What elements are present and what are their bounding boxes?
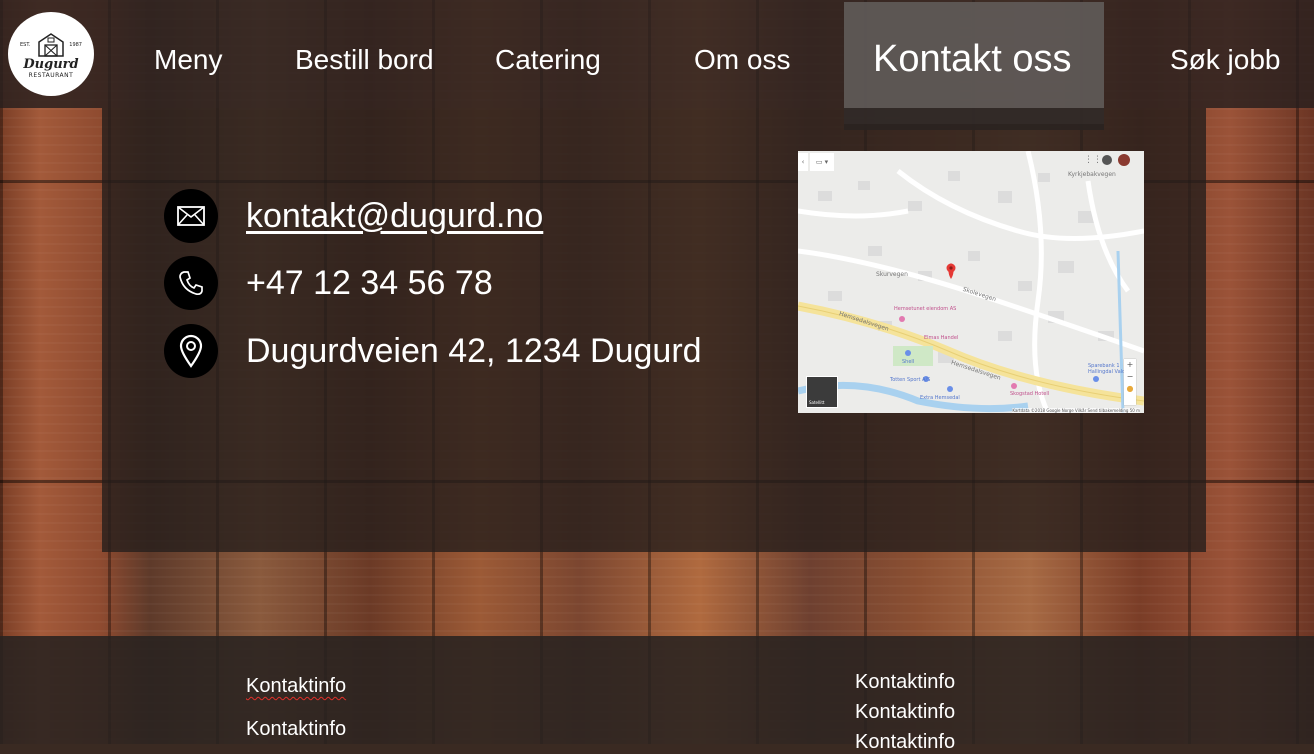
zoom-controls[interactable]: + − ● <box>1124 359 1136 405</box>
apps-grid-icon[interactable]: ⋮⋮ <box>1084 155 1102 165</box>
location-pin-icon <box>164 324 218 378</box>
logo-name: Dugurd <box>23 56 79 72</box>
envelope-icon <box>164 189 218 243</box>
barn-icon <box>38 32 64 57</box>
map-prev-arrow[interactable]: ‹ <box>798 153 808 171</box>
map-attribution: Kartdata ©2018 Google Norge Vilkår Send … <box>1012 408 1140 413</box>
nav-kontakt-oss[interactable]: Kontakt oss <box>873 38 1072 81</box>
footer <box>0 636 1314 744</box>
zoom-out-button[interactable]: − <box>1124 371 1136 383</box>
phone-row: +47 12 34 56 78 <box>164 256 493 310</box>
logo-year: 1987 <box>69 42 82 48</box>
zoom-in-button[interactable]: + <box>1124 359 1136 371</box>
avatar-icon[interactable] <box>1118 154 1130 166</box>
satellite-toggle[interactable]: Satellitt <box>806 376 838 408</box>
satellite-label: Satellitt <box>809 400 825 405</box>
map-place: Shell <box>902 359 915 365</box>
map-place: Skogstad Hotell <box>1010 391 1050 397</box>
email-row: kontakt@dugurd.no <box>164 189 543 243</box>
footer-left-item[interactable]: Kontaktinfo <box>246 718 346 741</box>
logo-subtitle: RESTAURANT <box>28 71 74 79</box>
map-label: Skurvegen <box>876 271 908 278</box>
address-text: Dugurdveien 42, 1234 Dugurd <box>246 331 702 370</box>
nav-sok-jobb[interactable]: Søk jobb <box>1170 44 1281 76</box>
map-type-dropdown[interactable]: ▭ ▾ <box>810 153 834 171</box>
email-link[interactable]: kontakt@dugurd.no <box>246 197 543 236</box>
nav-om-oss[interactable]: Om oss <box>694 44 790 76</box>
map-place: Extra Hemsedal <box>920 395 960 401</box>
phone-number: +47 12 34 56 78 <box>246 263 493 302</box>
address-row: Dugurdveien 42, 1234 Dugurd <box>164 324 702 378</box>
nav-catering[interactable]: Catering <box>495 44 601 76</box>
settings-icon[interactable] <box>1102 155 1112 165</box>
map-label: Kyrkjebakvegen <box>1068 171 1116 178</box>
footer-right-item[interactable]: Kontaktinfo <box>855 701 955 724</box>
map-place: Elmas Handel <box>924 335 959 341</box>
logo-est: EST. <box>20 42 31 48</box>
embedded-map[interactable]: Skurvegen Hemsedalsvegen Kyrkjebakvegen … <box>798 151 1144 413</box>
nav-meny[interactable]: Meny <box>154 44 222 76</box>
phone-icon <box>164 256 218 310</box>
footer-right-item[interactable]: Kontaktinfo <box>855 671 955 694</box>
restaurant-logo[interactable]: EST. 1987 Dugurd RESTAURANT <box>8 12 94 96</box>
footer-left-item[interactable]: Kontaktinfo <box>246 675 346 698</box>
footer-right-item[interactable]: Kontaktinfo <box>855 731 955 754</box>
map-place: Totten Sport A/S <box>890 377 931 383</box>
pegman-icon[interactable]: ● <box>1124 383 1136 395</box>
nav-bestill-bord[interactable]: Bestill bord <box>295 44 434 76</box>
map-place: Hemsetunet eiendom AS <box>894 306 957 312</box>
